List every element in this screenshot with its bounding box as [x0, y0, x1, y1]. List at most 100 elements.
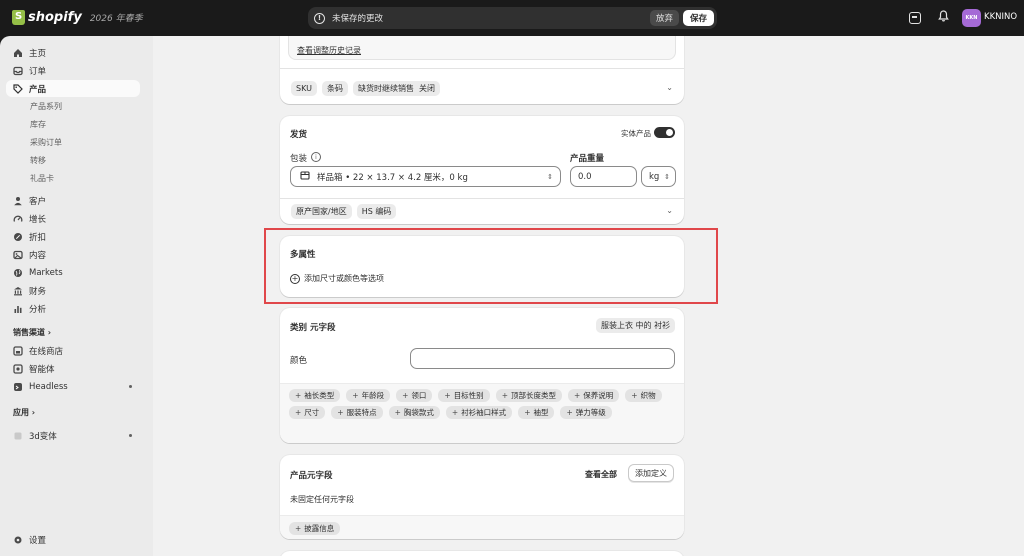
- metafield-pill[interactable]: + 袖型: [518, 406, 555, 419]
- weight-value: 0.0: [578, 171, 592, 182]
- adjustment-history-link[interactable]: 查看调整历史记录: [297, 45, 361, 56]
- metafield-pill[interactable]: + 衬衫袖口样式: [445, 406, 513, 419]
- pill-label: 织物: [640, 391, 656, 400]
- sidebar-item-customers[interactable]: 客户: [6, 192, 140, 209]
- sidebar-item-home[interactable]: 主页: [6, 44, 140, 61]
- unsaved-message: 未保存的更改: [332, 14, 384, 24]
- sku-chip[interactable]: SKU: [291, 81, 317, 96]
- metafield-pill[interactable]: + 领口: [396, 389, 433, 402]
- pill-label: 胸袋款式: [403, 408, 434, 417]
- sidebar-item-agent[interactable]: 智能体: [6, 360, 140, 377]
- bell-icon[interactable]: [938, 10, 950, 22]
- sales-channels-header[interactable]: 销售渠道 ›: [13, 327, 51, 338]
- inventory-history-box: 查看调整历史记录: [288, 36, 676, 60]
- sidebar-item-3d-variants[interactable]: 3d变体: [6, 427, 140, 444]
- sidebar-sub-transfers[interactable]: 转移: [30, 155, 46, 166]
- edition-label: 2026 年春季: [89, 14, 143, 24]
- sidebar-item-label: 主页: [29, 48, 47, 59]
- physical-product-toggle[interactable]: [654, 127, 675, 138]
- plus-icon: +: [337, 408, 344, 417]
- color-label: 颜色: [290, 356, 308, 366]
- sidebar-item-label: 分析: [29, 304, 47, 315]
- metafield-pill[interactable]: + 弹力等级: [560, 406, 612, 419]
- pill-label: 服装特点: [346, 408, 377, 417]
- sidebar-item-markets[interactable]: Markets: [6, 264, 140, 281]
- metafield-pill[interactable]: + 顶部长度类型: [495, 389, 562, 402]
- brand-name: shopify: [28, 10, 82, 25]
- more-dot-icon[interactable]: [129, 385, 132, 388]
- add-definition-button[interactable]: 添加定义: [628, 464, 674, 482]
- continue-selling-chip[interactable]: 缺货时继续销售 关闭: [352, 81, 440, 96]
- sidebar-item-finance[interactable]: 财务: [6, 282, 140, 299]
- metafield-pill[interactable]: + 目标性别: [438, 389, 490, 402]
- weight-input[interactable]: 0.0: [570, 166, 637, 187]
- store-name[interactable]: KKNINO: [984, 12, 1017, 22]
- sidebar-item-label: 智能体: [29, 364, 55, 375]
- color-input[interactable]: [410, 348, 675, 369]
- metafield-pill[interactable]: + 胸袋款式: [388, 406, 440, 419]
- country-origin-chip[interactable]: 原产国家/地区: [291, 204, 352, 219]
- sidebar-item-label: 订单: [29, 66, 47, 77]
- headless-icon: [13, 382, 23, 392]
- inbox-icon: [13, 66, 23, 76]
- save-button[interactable]: 保存: [682, 10, 714, 26]
- sidebar-sub-inventory[interactable]: 库存: [30, 119, 46, 130]
- pill-label: 尺寸: [304, 408, 320, 417]
- plus-icon: +: [524, 408, 531, 417]
- category-path-badge: 服装上衣 中的 衬衫: [596, 318, 676, 333]
- shipping-card: 发货 实体产品 包装 i 样品箱 • 22 × 13.7 × 4.2 厘米，0 …: [280, 116, 684, 224]
- barcode-chip[interactable]: 条码: [321, 81, 348, 96]
- shopify-logo[interactable]: shopify 2026 年春季: [12, 10, 143, 25]
- category-metafields-title: 类别 元字段: [290, 323, 336, 333]
- weight-label: 产品重量: [570, 154, 605, 164]
- sidebar-item-content[interactable]: 内容: [6, 246, 140, 263]
- metafield-pill[interactable]: + 袖长类型: [289, 389, 341, 402]
- sidebar-item-settings[interactable]: 设置: [6, 531, 140, 548]
- hs-code-chip[interactable]: HS 编码: [356, 204, 397, 219]
- sidebar-item-discounts[interactable]: 折扣: [6, 228, 140, 245]
- chip-value: 关闭: [418, 84, 435, 93]
- sidebar-item-online-store[interactable]: 在线商店: [6, 342, 140, 359]
- metafield-pill[interactable]: + 年龄段: [346, 389, 391, 402]
- chevron-down-icon[interactable]: ⌄: [666, 83, 673, 92]
- sidebar-sub-collections[interactable]: 产品系列: [30, 101, 62, 112]
- disclosure-pill[interactable]: + 披露信息: [289, 522, 341, 535]
- apps-header[interactable]: 应用 ›: [13, 407, 35, 418]
- next-card: [280, 551, 684, 556]
- sidebar-item-orders[interactable]: 订单: [6, 62, 140, 79]
- sidebar-sub-gift-cards[interactable]: 礼品卡: [30, 173, 54, 184]
- plus-icon: +: [566, 408, 573, 417]
- divider: [280, 198, 684, 199]
- discard-button[interactable]: 放弃: [649, 10, 679, 26]
- package-label: 包装: [290, 154, 308, 164]
- sidebar-item-label: 增长: [29, 214, 47, 225]
- metafield-pill[interactable]: + 保养说明: [567, 389, 620, 402]
- more-dot-icon[interactable]: [129, 434, 132, 437]
- metafield-suggestions: + 袖长类型 + 年龄段 + 领口 + 目标性别 + 顶部长度类型 + 保养说明 + 织物 + 尺寸 + 服装特点…: [280, 383, 684, 443]
- product-metafield-suggestions: + 披露信息: [280, 515, 684, 539]
- chart-icon: [13, 304, 23, 314]
- chevron-down-icon[interactable]: ⌄: [666, 206, 673, 215]
- weight-unit-select[interactable]: kg ⇕: [641, 166, 676, 187]
- metafield-pill[interactable]: + 尺寸: [289, 406, 326, 419]
- sidebar-item-analytics[interactable]: 分析: [6, 300, 140, 317]
- sidebar-item-label: 财务: [29, 286, 47, 297]
- info-icon[interactable]: i: [311, 152, 321, 162]
- avatar[interactable]: KKN: [962, 9, 981, 27]
- home-icon: [13, 48, 23, 58]
- metafield-pill[interactable]: + 服装特点: [331, 406, 383, 419]
- sidebar-item-growth[interactable]: 增长: [6, 210, 140, 227]
- shipping-title: 发货: [290, 130, 308, 140]
- pill-label: 领口: [411, 391, 427, 400]
- sidebar-item-headless[interactable]: Headless: [6, 378, 140, 395]
- view-all-link[interactable]: 查看全部: [585, 469, 617, 480]
- agent-icon: [13, 363, 23, 374]
- sidebar-sub-purchase-orders[interactable]: 采购订单: [30, 137, 62, 148]
- store-icon[interactable]: [909, 12, 921, 24]
- metafield-pill[interactable]: + 织物: [625, 389, 662, 402]
- sidebar-item-label: 客户: [29, 196, 47, 207]
- package-box-icon: [300, 170, 310, 183]
- package-select[interactable]: 样品箱 • 22 × 13.7 × 4.2 厘米，0 kg ⇕: [290, 166, 561, 187]
- pill-label: 衬衫袖口样式: [461, 408, 507, 417]
- sidebar-item-products[interactable]: 产品: [6, 80, 140, 97]
